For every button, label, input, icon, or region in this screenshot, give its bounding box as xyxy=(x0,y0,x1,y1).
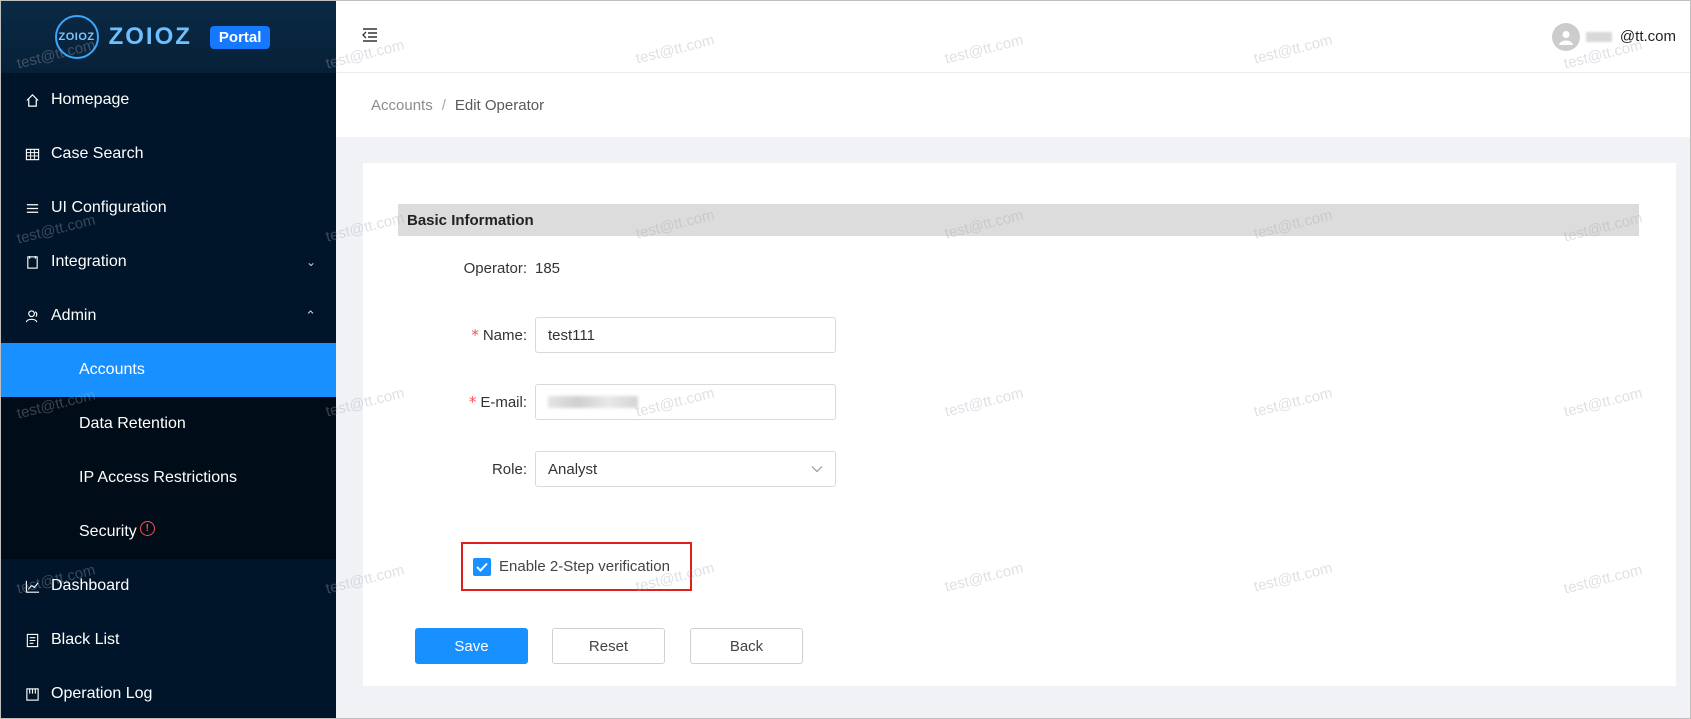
sidebar-item-label: Data Retention xyxy=(79,415,186,432)
name-input[interactable]: test111 xyxy=(535,317,836,353)
sidebar-item-ip-access-restrictions[interactable]: IP Access Restrictions xyxy=(1,451,336,505)
menu-fold-icon[interactable] xyxy=(362,26,378,47)
name-label: * Name: xyxy=(363,326,535,344)
role-label: Role: xyxy=(491,460,527,478)
chevron-down-icon: ⌄ xyxy=(305,255,316,269)
sidebar-item-accounts[interactable]: Accounts xyxy=(1,343,336,397)
role-select[interactable]: Analyst xyxy=(535,451,836,487)
sidebar-item-label: Operation Log xyxy=(51,685,153,702)
two-step-checkbox[interactable] xyxy=(473,557,491,576)
reset-button[interactable]: Reset xyxy=(552,628,665,664)
two-step-verification-option[interactable]: Enable 2-Step verification xyxy=(461,542,692,591)
email-label: * E-mail: xyxy=(363,393,535,411)
sidebar-item-label: Security xyxy=(79,523,137,540)
sidebar-item-case-search[interactable]: Case Search xyxy=(1,127,336,181)
two-step-label: Enable 2-Step verification xyxy=(499,558,670,575)
breadcrumb-separator: / xyxy=(441,96,446,114)
breadcrumb-current: Edit Operator xyxy=(454,96,545,114)
role-row: Role: Analyst xyxy=(363,451,836,487)
user-group-icon xyxy=(23,307,41,325)
save-button[interactable]: Save xyxy=(415,628,528,664)
section-title: Basic Information xyxy=(398,204,1639,236)
required-mark: * xyxy=(468,393,477,411)
table-icon xyxy=(23,145,41,163)
edit-operator-form: Basic Information Operator: 185 * Name: t… xyxy=(363,163,1676,686)
calendar-icon xyxy=(23,685,41,703)
sidebar-item-label: Integration xyxy=(51,253,127,270)
breadcrumb: Accounts / Edit Operator xyxy=(336,73,1690,137)
sidebar-item-integration[interactable]: Integration ⌄ xyxy=(1,235,336,289)
logo-bar: ZOIOZ ZOIOZ Portal xyxy=(1,1,336,73)
sidebar-item-homepage[interactable]: Homepage xyxy=(1,73,336,127)
required-mark: * xyxy=(471,326,479,344)
chevron-down-icon xyxy=(811,462,823,476)
email-field[interactable] xyxy=(535,384,836,420)
operator-label: Operator: xyxy=(463,259,527,277)
top-header: @tt.com xyxy=(336,1,1690,73)
user-email: @tt.com xyxy=(1619,28,1676,45)
home-icon xyxy=(23,91,41,109)
sidebar-item-black-list[interactable]: Black List xyxy=(1,613,336,667)
sidebar-item-label: IP Access Restrictions xyxy=(79,469,237,486)
role-selected-value: Analyst xyxy=(548,460,598,478)
sidebar-item-operation-log[interactable]: Operation Log xyxy=(1,667,336,719)
sidebar-item-security[interactable]: Security ! xyxy=(1,505,336,559)
back-button[interactable]: Back xyxy=(690,628,803,664)
line-chart-icon xyxy=(23,577,41,595)
main-content: @tt.com Accounts / Edit Operator Basic I… xyxy=(336,1,1690,718)
sidebar: ZOIOZ ZOIOZ Portal Homepage Case Search xyxy=(1,1,336,718)
name-label-text: Name: xyxy=(482,327,527,344)
sidebar-item-ui-configuration[interactable]: UI Configuration xyxy=(1,181,336,235)
breadcrumb-link-accounts[interactable]: Accounts xyxy=(371,97,433,114)
sidebar-item-dashboard[interactable]: Dashboard xyxy=(1,559,336,613)
chevron-up-icon: ⌃ xyxy=(305,308,316,323)
email-label-text: E-mail: xyxy=(480,394,527,411)
portal-badge: Portal xyxy=(209,25,271,49)
list-icon xyxy=(23,199,41,217)
logo-mark: ZOIOZ xyxy=(54,15,99,59)
alert-info-icon: ! xyxy=(139,520,155,536)
email-value-redacted xyxy=(548,396,638,408)
name-row: * Name: test111 xyxy=(363,317,836,353)
sidebar-item-label: Homepage xyxy=(51,91,130,108)
document-icon xyxy=(23,253,41,271)
sidebar-item-label: Black List xyxy=(51,631,120,648)
operator-row: Operator: 185 xyxy=(363,256,560,280)
sidebar-menu-lower: Dashboard Black List Operation Log xyxy=(1,559,336,719)
sidebar-menu: Homepage Case Search UI Configuration In… xyxy=(1,73,336,343)
admin-submenu: Accounts Data Retention IP Access Restri… xyxy=(1,343,336,559)
email-row: * E-mail: xyxy=(363,384,836,420)
sidebar-item-admin[interactable]: Admin ⌃ xyxy=(1,289,336,343)
operator-value: 185 xyxy=(535,259,561,277)
user-name-redacted xyxy=(1585,31,1612,42)
user-menu[interactable]: @tt.com xyxy=(1551,22,1676,51)
sidebar-item-label: UI Configuration xyxy=(51,199,167,216)
sidebar-item-label: Dashboard xyxy=(51,577,130,594)
app-window: ZOIOZ ZOIOZ Portal Homepage Case Search xyxy=(0,0,1691,719)
sidebar-item-data-retention[interactable]: Data Retention xyxy=(1,397,336,451)
sidebar-item-label: Admin xyxy=(51,307,97,324)
logo-wordmark: ZOIOZ xyxy=(108,23,192,50)
avatar xyxy=(1551,22,1580,51)
sidebar-item-label: Accounts xyxy=(79,361,145,378)
file-list-icon xyxy=(23,631,41,649)
sidebar-item-label: Case Search xyxy=(51,145,144,162)
